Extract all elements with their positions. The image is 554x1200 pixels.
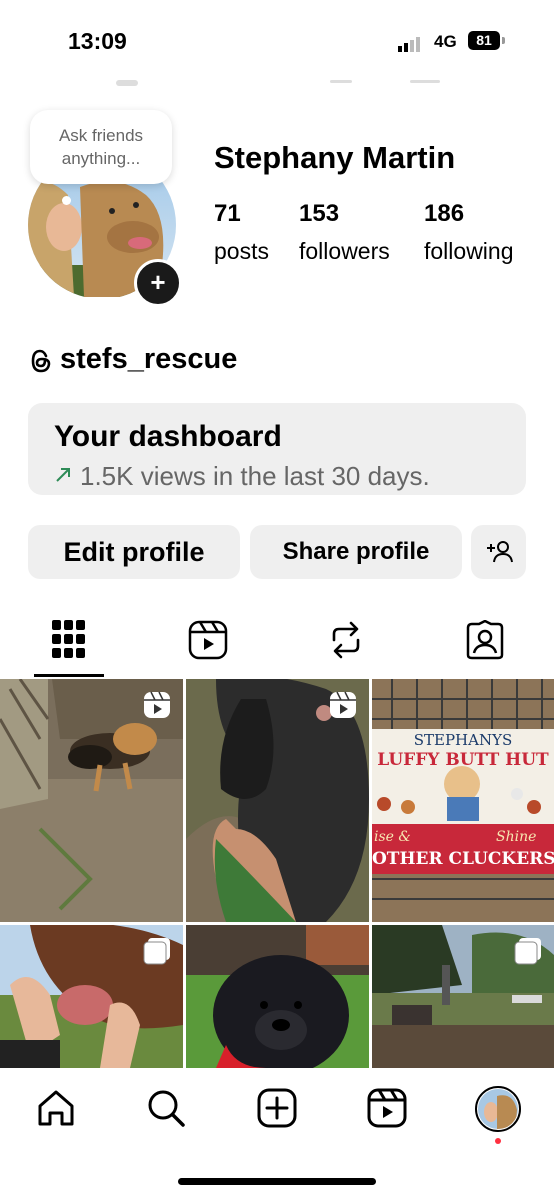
followers-label[interactable]: followers: [299, 238, 390, 265]
reposts-tab-icon[interactable]: [329, 620, 363, 660]
profile-name: Stephany Martin: [214, 140, 456, 175]
dashboard-subtitle: 1.5K views in the last 30 days.: [80, 461, 430, 491]
battery-icon: 81: [468, 31, 500, 50]
highlight-ghost: [410, 80, 440, 83]
note-line-1: Ask friends: [58, 126, 144, 145]
posts-count[interactable]: 71: [214, 200, 241, 228]
post-tile-6[interactable]: [372, 925, 554, 1068]
reels-icon[interactable]: [367, 1088, 407, 1128]
notification-dot: [495, 1138, 501, 1144]
signal-icon: [398, 34, 422, 52]
sign-line-1: STEPHANYS: [413, 731, 513, 749]
share-profile-button[interactable]: Share profile: [250, 525, 462, 579]
post-tile-4[interactable]: [0, 925, 183, 1068]
edit-profile-button[interactable]: Edit profile: [28, 525, 240, 579]
following-count[interactable]: 186: [424, 200, 464, 228]
post-image: [186, 925, 369, 1068]
active-tab-indicator: [34, 674, 104, 677]
note-bubble[interactable]: Ask friends anything...: [30, 110, 172, 184]
battery-tip: [502, 37, 505, 44]
reel-badge-icon: [330, 691, 356, 718]
create-icon[interactable]: [257, 1088, 297, 1128]
post-tile-2[interactable]: [186, 679, 369, 922]
add-story-button[interactable]: +: [134, 259, 182, 307]
carousel-badge-icon: [143, 938, 170, 965]
post-tile-1[interactable]: [0, 679, 183, 922]
discover-people-button[interactable]: [471, 525, 526, 579]
sign-line-3b: Shine: [496, 829, 537, 845]
sign-line-2: LUFFY BUTT HUT: [377, 750, 549, 770]
sign-line-4: OTHER CLUCKERS: [372, 849, 554, 869]
tagged-tab-icon[interactable]: [465, 620, 505, 660]
highlight-ghost: [330, 80, 352, 83]
post-tile-5[interactable]: [186, 925, 369, 1068]
status-time: 13:09: [68, 28, 127, 54]
network-label: 4G: [434, 32, 457, 51]
post-image: [372, 679, 554, 922]
grid-icon[interactable]: [52, 620, 86, 658]
post-tile-3[interactable]: STEPHANYS LUFFY BUTT HUT ise & Shine OTH…: [372, 679, 554, 922]
threads-handle[interactable]: stefs_rescue: [60, 343, 237, 376]
carousel-badge-icon: [514, 938, 541, 965]
reels-tab-icon[interactable]: [188, 620, 228, 660]
add-person-icon: [486, 541, 513, 563]
trend-up-icon: [56, 468, 70, 482]
reel-badge-icon: [144, 691, 170, 718]
threads-icon[interactable]: [29, 348, 53, 374]
sign-line-3a: ise &: [374, 829, 411, 845]
followers-count[interactable]: 153: [299, 200, 339, 228]
dashboard-title: Your dashboard: [54, 420, 282, 453]
profile-avatar-nav[interactable]: [475, 1086, 521, 1132]
note-line-2: anything...: [61, 149, 141, 168]
note-bubble-tail: [62, 196, 71, 205]
highlight-ghost: [116, 80, 138, 86]
search-icon[interactable]: [146, 1088, 186, 1128]
posts-label[interactable]: posts: [214, 238, 269, 265]
following-label[interactable]: following: [424, 238, 514, 265]
home-icon[interactable]: [36, 1088, 76, 1128]
home-indicator[interactable]: [178, 1178, 376, 1185]
